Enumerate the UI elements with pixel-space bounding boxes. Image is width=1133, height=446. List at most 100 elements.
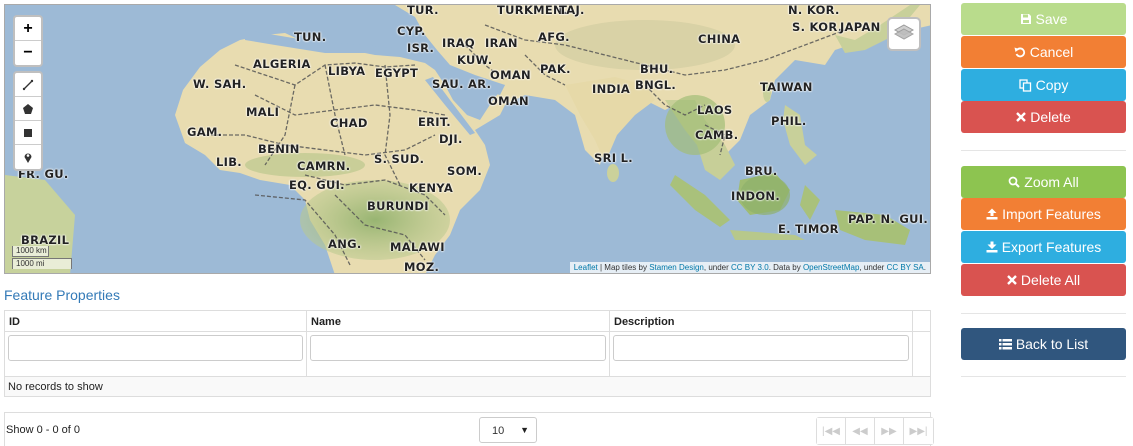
map-label-ang: ANG. <box>328 237 362 251</box>
cancel-label: Cancel <box>1029 44 1074 60</box>
map-label-skor: S. KOR. <box>792 20 843 34</box>
map-label-eqgui: EQ. GUI. <box>289 178 345 192</box>
map-label-isr: ISR. <box>407 41 435 55</box>
page-size-select[interactable]: 10 ▼ <box>479 417 537 443</box>
search-icon <box>1008 176 1020 188</box>
map-label-bngl: BNGL. <box>635 78 677 92</box>
map-label-sauar: SAU. AR. <box>432 77 492 91</box>
back-to-list-button[interactable]: Back to List <box>961 328 1126 360</box>
next-page-icon[interactable]: ▶▶ <box>875 418 904 444</box>
copy-label: Copy <box>1035 77 1069 93</box>
map-label-erit: ERIT. <box>418 115 451 129</box>
delete-button[interactable]: Delete <box>961 101 1126 133</box>
pager-nav: |◀◀ ◀◀ ▶▶ ▶▶| <box>816 417 934 445</box>
map-label-bhu: BHU. <box>640 62 674 76</box>
upload-icon <box>986 208 998 220</box>
map-label-pak: PAK. <box>540 62 571 76</box>
cancel-button[interactable]: Cancel <box>961 36 1126 68</box>
save-button[interactable]: Save <box>961 3 1126 35</box>
map-label-china: CHINA <box>698 32 741 46</box>
zoom-in-button[interactable]: + <box>15 17 41 41</box>
map-label-burundi: BURUNDI <box>367 199 429 213</box>
map-label-som: SOM. <box>447 164 483 178</box>
zoom-control: + − <box>13 15 43 67</box>
last-page-icon[interactable]: ▶▶| <box>904 418 933 444</box>
times-icon <box>1016 112 1027 122</box>
delete-label: Delete <box>1030 109 1071 125</box>
map-label-mali: MALI <box>246 105 280 119</box>
column-header-description[interactable]: Description <box>610 311 913 331</box>
copy-icon <box>1019 78 1032 92</box>
polygon-icon[interactable] <box>15 97 41 121</box>
copy-button[interactable]: Copy <box>961 69 1126 101</box>
divider <box>961 313 1126 314</box>
map-label-oman1: OMAN <box>490 68 531 82</box>
attribution-text: , under <box>703 263 732 272</box>
filter-cell-id <box>5 332 307 376</box>
osm-link[interactable]: OpenStreetMap <box>803 263 859 272</box>
map-label-benin: BENIN <box>258 142 300 156</box>
map-label-srilanka: SRI L. <box>594 151 633 165</box>
filter-cell-description <box>610 332 913 376</box>
map-view[interactable]: TUR. TURKMEN. TAJ. N. KOR. S. KOR. JAPAN… <box>4 4 931 274</box>
divider <box>961 376 1126 377</box>
rectangle-icon[interactable] <box>15 121 41 145</box>
download-icon <box>986 241 998 253</box>
filter-cell-name <box>307 332 610 376</box>
marker-icon[interactable] <box>15 145 41 169</box>
zoom-out-button[interactable]: − <box>15 41 41 65</box>
map-label-chad: CHAD <box>330 116 368 130</box>
draw-toolbar <box>13 71 43 171</box>
map-label-camb: CAMB. <box>695 128 739 142</box>
first-page-icon[interactable]: |◀◀ <box>817 418 846 444</box>
map-label-phil: PHIL. <box>771 114 807 128</box>
map-label-moz: MOZ. <box>404 260 440 274</box>
grid-filter-row <box>5 332 930 377</box>
map-label-oman2: OMAN <box>488 94 529 108</box>
feature-properties-grid: ID Name Description No records to show <box>4 310 931 397</box>
map-label-kuw: KUW. <box>457 53 493 67</box>
no-records-message: No records to show <box>5 377 930 396</box>
map-label-taj: TAJ. <box>559 4 585 17</box>
map-label-ssud: S. SUD. <box>374 152 425 166</box>
import-features-label: Import Features <box>1002 206 1101 222</box>
polyline-icon[interactable] <box>15 73 41 97</box>
scale-mi: 1000 mi <box>12 258 72 269</box>
map-label-etimor: E. TIMOR <box>778 222 839 236</box>
feature-properties-title: Feature Properties <box>4 287 120 303</box>
ccby-link[interactable]: CC BY 3.0 <box>731 263 769 272</box>
layers-icon <box>893 23 915 46</box>
stamen-link[interactable]: Stamen Design <box>649 263 704 272</box>
save-label: Save <box>1035 11 1068 27</box>
map-label-japan: JAPAN <box>840 20 881 34</box>
ccbysa-link[interactable]: CC BY SA <box>887 263 924 272</box>
map-label-libya: LIBYA <box>328 64 366 78</box>
attribution-text: . <box>923 263 926 272</box>
layers-button[interactable] <box>887 17 921 51</box>
export-features-button[interactable]: Export Features <box>961 231 1126 263</box>
grid-header-row: ID Name Description <box>5 311 930 332</box>
list-icon <box>998 338 1012 350</box>
column-header-name[interactable]: Name <box>307 311 610 331</box>
import-features-button[interactable]: Import Features <box>961 198 1126 230</box>
id-filter-input[interactable] <box>8 335 303 361</box>
delete-all-button[interactable]: Delete All <box>961 264 1126 296</box>
delete-all-label: Delete All <box>1020 272 1081 288</box>
zoom-all-label: Zoom All <box>1024 174 1079 190</box>
column-header-id[interactable]: ID <box>5 311 307 331</box>
prev-page-icon[interactable]: ◀◀ <box>846 418 875 444</box>
map-label-nkor: N. KOR. <box>788 4 840 17</box>
zoom-all-button[interactable]: Zoom All <box>961 166 1126 198</box>
map-label-lib: LIB. <box>216 155 242 169</box>
name-filter-input[interactable] <box>310 335 606 361</box>
leaflet-link[interactable]: Leaflet <box>574 263 598 272</box>
map-label-gam: GAM. <box>187 125 223 139</box>
map-label-cyp: CYP. <box>397 24 426 38</box>
attribution-text: | Map tiles by <box>597 263 650 272</box>
map-label-brazil: BRAZIL <box>21 233 70 247</box>
map-label-taiwan: TAIWAN <box>760 80 813 94</box>
map-label-papngui: PAP. N. GUI. <box>848 212 928 226</box>
attribution-text: , under <box>859 263 887 272</box>
description-filter-input[interactable] <box>613 335 909 361</box>
map-label-india: INDIA <box>592 82 631 96</box>
